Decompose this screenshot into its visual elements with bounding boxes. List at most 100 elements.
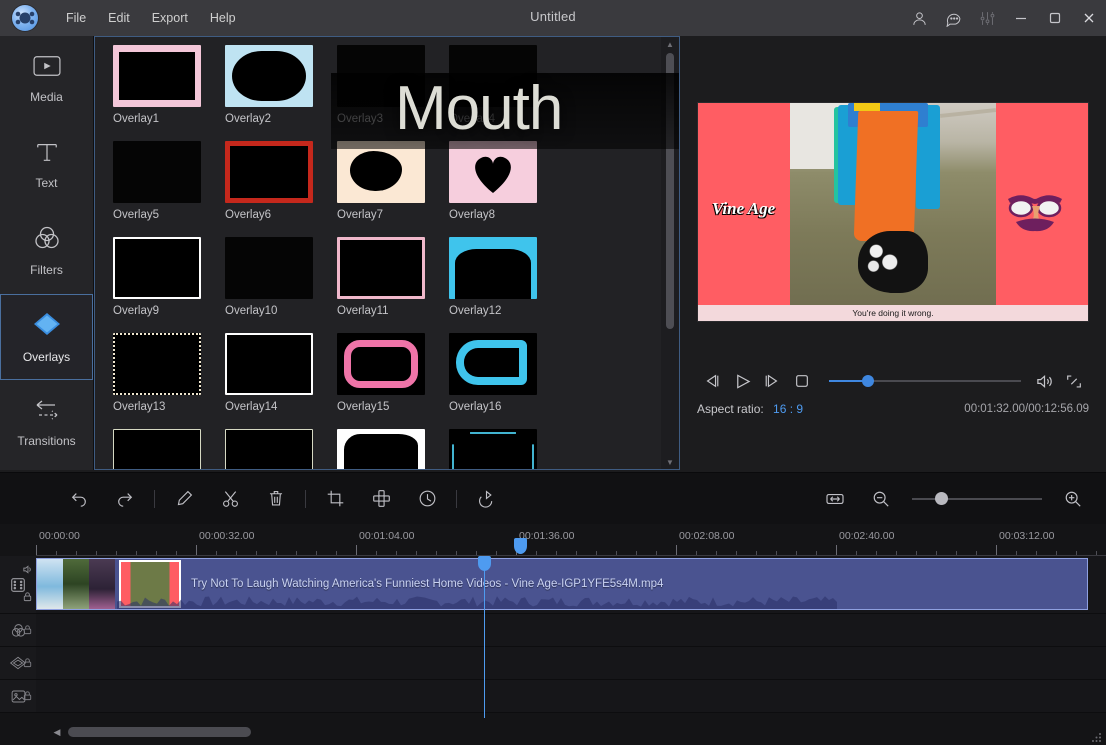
lock-icon[interactable] <box>22 622 33 640</box>
overlay-thumbnail[interactable] <box>449 429 537 470</box>
filter-track[interactable] <box>0 614 1106 647</box>
aspect-ratio-value[interactable]: 16 : 9 <box>773 402 803 416</box>
overlay-item[interactable]: Overlay8 <box>449 141 561 221</box>
aspect-ratio-group[interactable]: Aspect ratio: 16 : 9 <box>697 402 803 416</box>
fit-to-window-icon[interactable] <box>812 480 858 518</box>
playhead-handle[interactable] <box>478 556 491 571</box>
sidebar-item-overlays[interactable]: Overlays <box>0 294 93 380</box>
previous-frame-button[interactable] <box>697 368 727 394</box>
timeline-hscrollbar[interactable]: ◀ <box>0 719 1106 745</box>
undo-button[interactable] <box>56 480 102 518</box>
overlay-item[interactable]: Overlay2 <box>225 45 337 125</box>
video-track-header[interactable] <box>0 556 36 613</box>
redo-button[interactable] <box>102 480 148 518</box>
crop-button[interactable] <box>312 480 358 518</box>
overlay-item[interactable]: Overlay5 <box>113 141 225 221</box>
scroll-down-icon[interactable]: ▼ <box>661 455 679 469</box>
mosaic-button[interactable] <box>358 480 404 518</box>
overlay-track-header[interactable] <box>0 647 36 679</box>
maximize-button[interactable] <box>1038 0 1072 36</box>
playhead-marker[interactable] <box>514 538 527 554</box>
sidebar-item-transitions[interactable]: Transitions <box>0 380 93 466</box>
pip-track-body[interactable] <box>36 680 1106 712</box>
overlay-track[interactable] <box>0 647 1106 680</box>
edit-button[interactable] <box>161 480 207 518</box>
overlay-thumbnail[interactable] <box>113 429 201 470</box>
overlay-thumbnail[interactable] <box>449 237 537 299</box>
next-frame-button[interactable] <box>757 368 787 394</box>
sidebar-item-text[interactable]: Text <box>0 122 93 208</box>
volume-icon[interactable] <box>1029 368 1059 394</box>
timeline-clip[interactable]: Try Not To Laugh Watching America's Funn… <box>36 558 1088 610</box>
settings-icon[interactable] <box>970 0 1004 36</box>
split-button[interactable] <box>207 480 253 518</box>
overlay-item[interactable]: Overlay16 <box>449 333 561 413</box>
overlay-thumbnail[interactable] <box>113 237 201 299</box>
video-track-body[interactable]: Try Not To Laugh Watching America's Funn… <box>36 556 1106 613</box>
stop-button[interactable] <box>787 368 817 394</box>
pip-track[interactable] <box>0 680 1106 713</box>
lock-icon[interactable] <box>22 589 33 607</box>
speed-button[interactable] <box>404 480 450 518</box>
timeline-ruler[interactable]: 00:00:0000:00:32.0000:01:04.0000:01:36.0… <box>36 524 1092 556</box>
close-button[interactable] <box>1072 0 1106 36</box>
zoom-knob[interactable] <box>935 492 948 505</box>
overlay-thumbnail[interactable] <box>337 429 425 470</box>
overlay-thumbnail[interactable] <box>337 237 425 299</box>
menu-file[interactable]: File <box>56 7 96 29</box>
overlays-scrollbar[interactable]: ▲ ▼ <box>661 37 679 469</box>
scroll-up-icon[interactable]: ▲ <box>661 37 679 51</box>
overlay-thumbnail[interactable] <box>225 45 313 107</box>
pip-track-header[interactable] <box>0 680 36 712</box>
overlay-item[interactable]: Overlay13 <box>113 333 225 413</box>
overlay-item[interactable]: Overlay17 <box>113 429 225 470</box>
volume-knob[interactable] <box>862 375 874 387</box>
fullscreen-icon[interactable] <box>1059 368 1089 394</box>
scroll-track[interactable] <box>666 53 674 453</box>
overlay-item[interactable]: Overlay15 <box>337 333 449 413</box>
overlay-thumbnail[interactable] <box>337 333 425 395</box>
filter-track-body[interactable] <box>36 614 1106 646</box>
zoom-in-icon[interactable] <box>1050 480 1096 518</box>
overlay-item[interactable]: Overlay7 <box>337 141 449 221</box>
zoom-out-icon[interactable] <box>858 480 904 518</box>
overlay-item[interactable]: Overlay12 <box>449 237 561 317</box>
overlay-item[interactable]: Overlay10 <box>225 237 337 317</box>
volume-slider[interactable] <box>829 368 1021 394</box>
share-button[interactable] <box>463 480 509 518</box>
overlay-item[interactable]: Overlay19 <box>337 429 449 470</box>
overlay-item[interactable]: Overlay20 <box>449 429 561 470</box>
menu-export[interactable]: Export <box>142 7 198 29</box>
overlay-thumbnail[interactable] <box>449 141 537 203</box>
overlay-item[interactable]: Overlay9 <box>113 237 225 317</box>
overlay-track-body[interactable] <box>36 647 1106 679</box>
overlay-item[interactable]: Overlay11 <box>337 237 449 317</box>
overlay-thumbnail[interactable] <box>225 333 313 395</box>
hscroll-track[interactable] <box>68 727 1086 737</box>
play-button[interactable] <box>727 368 757 394</box>
lock-icon[interactable] <box>22 688 33 706</box>
overlay-thumbnail[interactable] <box>337 45 425 107</box>
minimize-button[interactable] <box>1004 0 1038 36</box>
overlay-thumbnail[interactable] <box>449 45 537 107</box>
overlay-thumbnail[interactable] <box>225 141 313 203</box>
delete-button[interactable] <box>253 480 299 518</box>
mute-icon[interactable] <box>22 562 33 580</box>
hscroll-left-arrow[interactable]: ◀ <box>46 727 68 738</box>
overlay-thumbnail[interactable] <box>449 333 537 395</box>
overlay-thumbnail[interactable] <box>113 333 201 395</box>
playhead[interactable] <box>484 556 485 718</box>
video-track[interactable]: Try Not To Laugh Watching America's Funn… <box>0 556 1106 614</box>
overlay-thumbnail[interactable] <box>113 45 201 107</box>
overlay-thumbnail[interactable] <box>113 141 201 203</box>
lock-icon[interactable] <box>22 655 33 673</box>
overlay-item[interactable]: Overlay14 <box>225 333 337 413</box>
overlay-item[interactable]: Overlay18 <box>225 429 337 470</box>
sidebar-item-media[interactable]: Media <box>0 36 93 122</box>
video-preview[interactable]: Vine Age You're doing it wrong. <box>697 102 1089 322</box>
overlay-item[interactable]: Overlay3 <box>337 45 449 125</box>
overlay-thumbnail[interactable] <box>225 429 313 470</box>
sidebar-item-filters[interactable]: Filters <box>0 208 93 294</box>
filter-track-header[interactable] <box>0 614 36 646</box>
menu-edit[interactable]: Edit <box>98 7 140 29</box>
